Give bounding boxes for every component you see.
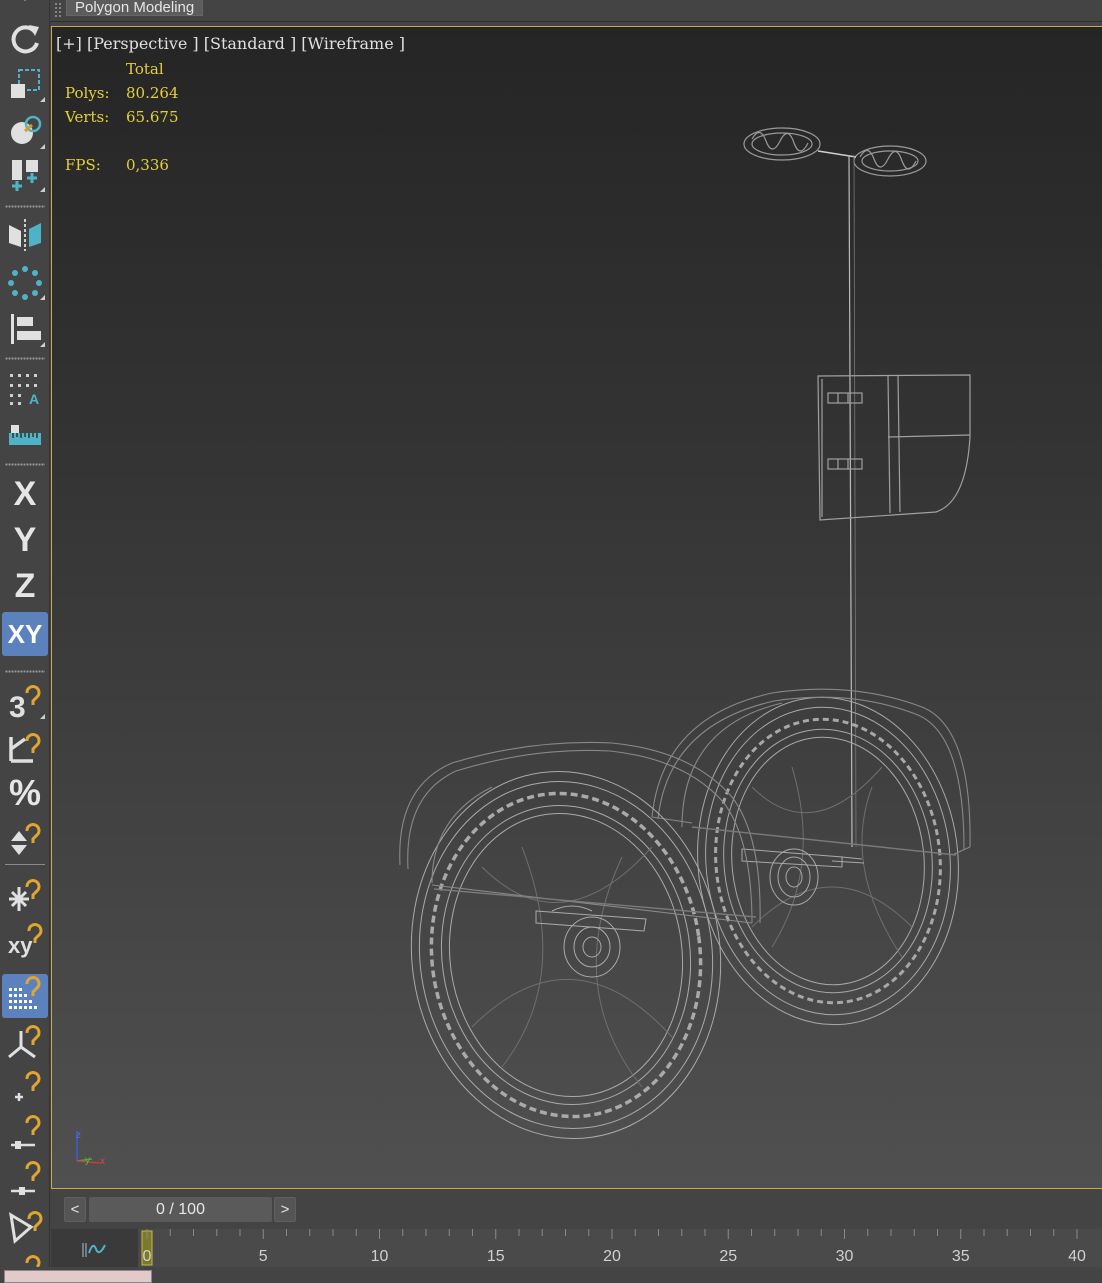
axis-xy-label: XY <box>7 618 43 649</box>
left-wheel <box>410 771 722 1139</box>
right-fender <box>651 688 971 856</box>
timeline-tick-label: 20 <box>603 1248 621 1265</box>
platform-bar <box>433 826 957 918</box>
edge-snap-icon[interactable] <box>2 1112 48 1154</box>
next-frame-button[interactable]: > <box>274 1197 296 1222</box>
axis-y-label: Y <box>13 520 37 559</box>
spinner-snap-icon[interactable] <box>2 818 48 860</box>
timeline-tick-label: 15 <box>487 1248 505 1265</box>
snap-xy-label: xy <box>8 933 33 958</box>
pivot-snap-icon[interactable] <box>2 1022 48 1064</box>
place-icon[interactable] <box>2 153 48 195</box>
ribbon-tab-polygon-modeling[interactable]: Polygon Modeling <box>66 0 204 16</box>
status-strip <box>0 1267 1102 1283</box>
time-slider[interactable]: 0 / 100 <box>89 1197 272 1222</box>
axis-x-label: X <box>13 474 37 513</box>
align-icon[interactable] <box>2 308 48 350</box>
axis-gizmo: z y x <box>76 1130 105 1167</box>
grid-snap-icon[interactable] <box>2 974 48 1018</box>
time-slider-bar: < 0 / 100 > <box>51 1190 1102 1228</box>
timeline-tick-label: 40 <box>1068 1248 1086 1265</box>
select-arrow-icon[interactable] <box>2 0 48 12</box>
perspective-viewport[interactable]: [+] [Perspective ] [Standard ] [Wirefram… <box>51 26 1102 1189</box>
snap-3d-label: 3 <box>9 691 26 721</box>
axis-z-label: Z <box>14 566 36 605</box>
rotate-icon[interactable] <box>2 18 48 60</box>
timeline-tick-label: 35 <box>952 1248 970 1265</box>
axis-y-icon[interactable]: Y <box>2 519 48 561</box>
paint-select-icon[interactable] <box>2 110 48 152</box>
timeline-tick-label: 10 <box>371 1248 389 1265</box>
timeline-ticks: 0 5 10 15 20 25 30 35 40 <box>141 1229 1086 1266</box>
measure-icon[interactable] <box>2 414 48 456</box>
midpoint-snap-icon[interactable] <box>2 1158 48 1200</box>
axis-z-text: z <box>76 1130 81 1141</box>
left-fender <box>399 741 761 924</box>
scale-region-icon[interactable] <box>2 63 48 105</box>
track-bar: 0 5 10 15 20 25 30 35 40 <box>51 1229 1102 1267</box>
axis-x-text: x <box>100 1156 105 1167</box>
right-wheel <box>697 696 959 1026</box>
svg-text:A: A <box>29 391 39 407</box>
face-snap-icon[interactable] <box>2 1204 48 1246</box>
angle-snap-icon[interactable] <box>2 726 48 768</box>
percent-snap-icon[interactable]: % <box>2 772 48 814</box>
prev-frame-button[interactable]: < <box>64 1197 86 1222</box>
timeline-tick-label: 5 <box>259 1248 268 1265</box>
timeline-tick-label: 0 <box>143 1248 152 1265</box>
axis-x-icon[interactable]: X <box>2 473 48 515</box>
snap-xy-icon[interactable]: xy <box>2 918 48 960</box>
handlebar <box>743 127 927 177</box>
ribbon-grip-handle[interactable] <box>54 2 62 18</box>
application-window: Polygon Modeling A X Y Z XY 3 % xy [+] [… <box>0 0 1102 1283</box>
array-icon[interactable] <box>2 261 48 303</box>
timeline-tick-label: 25 <box>719 1248 737 1265</box>
snap-frozen-icon[interactable] <box>2 874 48 916</box>
wireframe-model[interactable]: z y x <box>52 27 1102 1189</box>
timeline-tick-label: 30 <box>836 1248 854 1265</box>
axis-y-text: y <box>85 1155 90 1166</box>
mini-curve-editor-icon[interactable] <box>79 1237 109 1261</box>
main-toolbar: A X Y Z XY 3 % xy <box>0 0 50 1283</box>
axis-xy-icon[interactable]: XY <box>2 612 48 656</box>
spacing-tool-icon[interactable]: A <box>2 367 48 409</box>
ribbon-bar: Polygon Modeling <box>0 0 1102 22</box>
timeline-ruler[interactable]: 0 5 10 15 20 25 30 35 40 <box>138 1229 1102 1267</box>
axis-z-icon[interactable]: Z <box>2 565 48 607</box>
control-box <box>817 374 971 521</box>
percent-snap-label: % <box>8 772 41 813</box>
vertex-snap-icon[interactable] <box>2 1066 48 1108</box>
snap-3d-icon[interactable]: 3 <box>2 680 48 722</box>
mirror-icon[interactable] <box>2 214 48 256</box>
maxscript-listener-field[interactable] <box>4 1270 152 1283</box>
